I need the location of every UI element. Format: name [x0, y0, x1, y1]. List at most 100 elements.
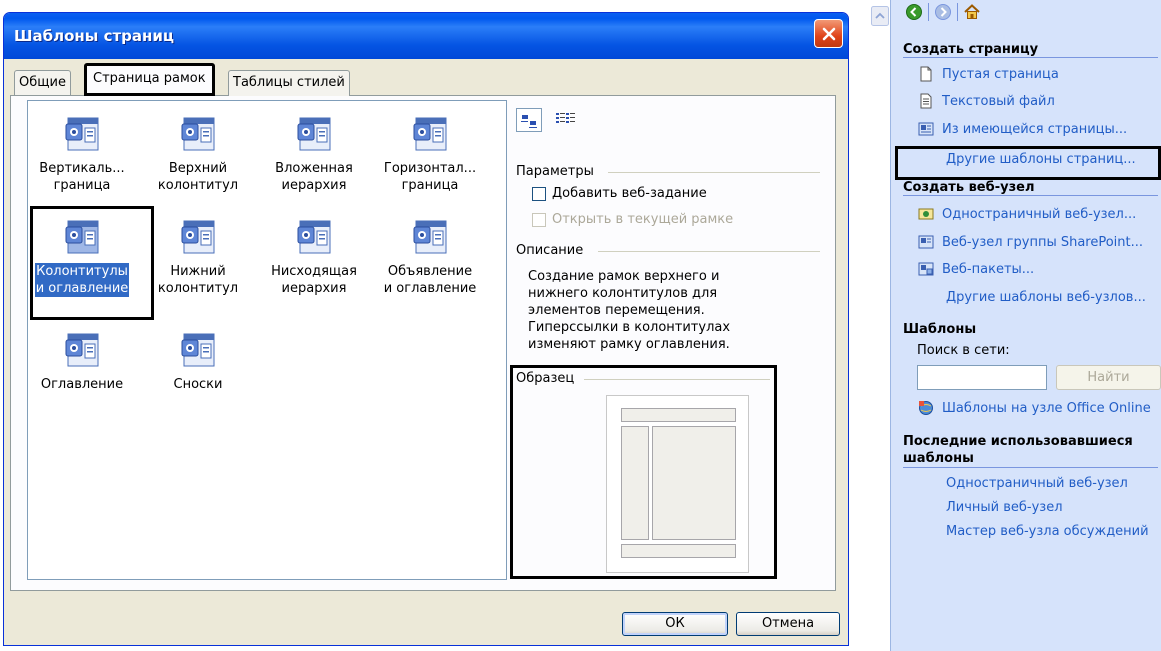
template-label-line2: иерархия — [281, 178, 347, 193]
preview-header-frame — [621, 408, 736, 422]
search-online-input[interactable] — [917, 365, 1047, 390]
other-site-templates-label: Другие шаблоны веб-узлов... — [946, 290, 1146, 305]
template-label-line2: граница — [401, 178, 459, 193]
template-label-line1: Нижний — [170, 264, 226, 279]
template-item[interactable]: Горизонтал... граница — [376, 114, 484, 194]
template-label-line1: Верхний — [168, 161, 228, 176]
frames-page-template-icon — [297, 220, 331, 254]
template-item[interactable]: Нисходящая иерархия — [260, 217, 368, 297]
template-item[interactable]: Оглавление — [28, 330, 136, 393]
blank-page-link[interactable]: Пустая страница — [918, 66, 1059, 82]
open-in-current-frame-label: Открыть в текущей рамке — [552, 212, 734, 227]
list-view-button[interactable] — [553, 108, 579, 132]
recent-discussion-site-wizard-link[interactable]: Мастер веб-узла обсуждений — [946, 524, 1149, 539]
dialog-title: Шаблоны страниц — [14, 27, 175, 45]
description-group-label: Описание — [516, 243, 584, 258]
forward-arrow-icon — [935, 4, 951, 20]
frames-page-template-icon — [297, 117, 331, 151]
template-label: Вложенная иерархия — [274, 160, 354, 194]
recent-personal-site-link[interactable]: Личный веб-узел — [946, 500, 1063, 515]
template-label-line1: Оглавление — [40, 377, 124, 392]
template-label: Оглавление — [40, 376, 124, 393]
template-item[interactable]: Сноски — [144, 330, 252, 393]
text-file-label: Текстовый файл — [942, 93, 1055, 109]
frames-page-template-icon — [65, 333, 99, 367]
template-label-line1: Вложенная — [275, 161, 353, 176]
create-page-heading: Создать страницу — [903, 42, 1158, 58]
template-item[interactable]: Нижний колонтитул — [144, 217, 252, 297]
preview-footer-frame — [621, 544, 736, 558]
template-label: Сноски — [173, 376, 224, 393]
description-text: Создание рамок верхнего и нижнего колонт… — [528, 269, 731, 352]
web-package-icon — [918, 262, 934, 276]
checkbox-box — [532, 186, 546, 201]
find-button[interactable]: Найти — [1056, 365, 1161, 390]
tab-general[interactable]: Общие — [14, 70, 71, 96]
one-page-site-label: Одностраничный веб-узел... — [942, 206, 1137, 222]
template-label: Объявление и оглавление — [383, 263, 478, 297]
template-label-line2: колонтитул — [157, 178, 239, 193]
office-online-templates-link[interactable]: Шаблоны на узле Office Online — [918, 400, 1151, 416]
from-existing-page-link[interactable]: Из имеющейся страницы... — [918, 121, 1127, 137]
list-view-icon — [556, 113, 575, 123]
other-site-templates-link[interactable]: Другие шаблоны веб-узлов... — [946, 290, 1146, 305]
large-icons-icon — [521, 115, 537, 128]
frames-page-template-icon — [181, 220, 215, 254]
from-existing-page-label: Из имеющейся страницы... — [942, 121, 1128, 137]
options-group-line — [608, 172, 820, 173]
recent-item-label: Одностраничный веб-узел — [946, 476, 1128, 491]
sharepoint-site-label: Веб-узел группы SharePoint... — [942, 234, 1144, 250]
scroll-up-button[interactable] — [871, 6, 889, 26]
ok-button[interactable]: ОК — [622, 612, 728, 636]
template-label-line1: Горизонтал... — [383, 161, 477, 176]
preview-group-line — [584, 379, 770, 380]
home-button[interactable] — [958, 1, 986, 23]
recent-heading-line2: шаблоны — [903, 450, 1158, 468]
one-page-site-link[interactable]: Одностраничный веб-узел... — [918, 206, 1136, 222]
recent-item-label: Личный веб-узел — [946, 500, 1063, 515]
text-file-link[interactable]: Текстовый файл — [918, 93, 1055, 109]
add-web-task-checkbox[interactable]: Добавить веб-задание — [532, 186, 707, 201]
close-icon — [822, 27, 835, 40]
search-online-label: Поиск в сети: — [917, 343, 1010, 358]
other-page-templates-link[interactable]: Другие шаблоны страниц... — [946, 152, 1136, 167]
template-item[interactable]: Вложенная иерархия — [260, 114, 368, 194]
frames-page-template-icon — [181, 333, 215, 367]
tab-frames-page[interactable]: Страница рамок — [84, 63, 215, 96]
large-icons-view-button[interactable] — [516, 108, 542, 132]
template-label-line2: колонтитул — [157, 281, 239, 296]
back-button[interactable] — [900, 1, 928, 23]
template-label-line1: Вертикаль... — [39, 161, 125, 176]
office-online-icon — [919, 401, 933, 415]
home-icon — [964, 4, 980, 19]
task-pane-toolbar — [900, 0, 986, 24]
template-item[interactable]: Вертикаль... граница — [28, 114, 136, 194]
dialog-titlebar: Шаблоны страниц — [4, 13, 848, 59]
recent-one-page-site-link[interactable]: Одностраничный веб-узел — [946, 476, 1128, 491]
close-button[interactable] — [814, 19, 843, 48]
template-item[interactable]: Верхний колонтитул — [144, 114, 252, 194]
options-group-label: Параметры — [516, 164, 594, 179]
frames-page-template-icon — [65, 117, 99, 151]
other-page-templates-label: Другие шаблоны страниц... — [946, 152, 1136, 167]
template-label: Верхний колонтитул — [157, 160, 239, 194]
forward-button[interactable] — [929, 1, 957, 23]
recent-heading-line1: Последние использовавшиеся — [903, 434, 1133, 449]
text-file-icon — [920, 93, 932, 109]
cancel-button[interactable]: Отмена — [736, 612, 840, 636]
sharepoint-site-link[interactable]: Веб-узел группы SharePoint... — [918, 234, 1143, 250]
preview-toc-frame — [621, 426, 649, 540]
tab-style-sheets[interactable]: Таблицы стилей — [228, 70, 350, 96]
scroll-up-icon — [871, 6, 889, 26]
templates-heading: Шаблоны — [903, 322, 977, 337]
web-packages-label: Веб-пакеты... — [942, 261, 1035, 277]
office-online-templates-label: Шаблоны на узле Office Online — [942, 400, 1151, 416]
blank-page-label: Пустая страница — [942, 66, 1059, 82]
template-label-line1: Сноски — [173, 377, 223, 392]
template-item[interactable]: Объявление и оглавление — [376, 217, 484, 297]
template-label-line1: Объявление — [387, 264, 473, 279]
open-in-current-frame-checkbox[interactable]: Открыть в текущей рамке — [532, 212, 733, 227]
web-packages-link[interactable]: Веб-пакеты... — [918, 261, 1034, 277]
template-label: Нижний колонтитул — [157, 263, 239, 297]
recent-item-label: Мастер веб-узла обсуждений — [946, 524, 1149, 539]
